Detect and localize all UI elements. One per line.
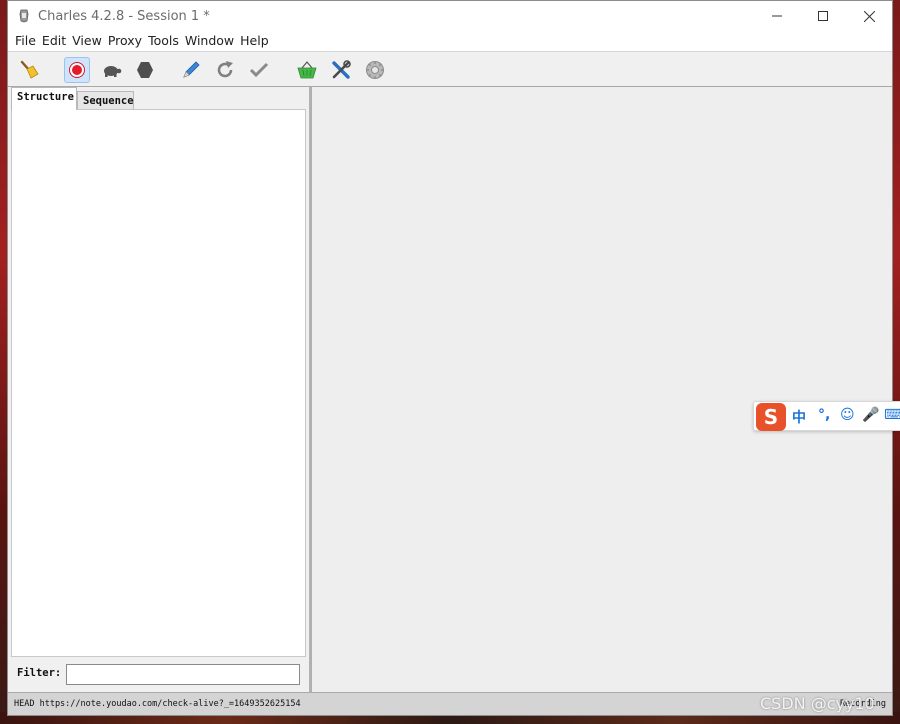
validate-check-icon (249, 62, 269, 78)
tab-sequence[interactable]: Sequence (77, 91, 134, 110)
close-button[interactable] (846, 1, 892, 31)
title-bar: Charles 4.2.8 - Session 1 * (8, 1, 892, 31)
maximize-button[interactable] (800, 1, 846, 31)
breakpoints-button[interactable] (132, 57, 158, 83)
charles-app-icon (19, 9, 29, 23)
left-panel: Structure Sequence Filter: (8, 87, 310, 692)
menu-view[interactable]: View (69, 31, 105, 51)
structure-tree[interactable] (11, 109, 306, 657)
menu-edit[interactable]: Edit (39, 31, 69, 51)
clear-session-button[interactable] (16, 57, 42, 83)
close-icon (863, 10, 875, 22)
ime-toolbar: S 中 °, ☺ 🎤 ⌨ (753, 401, 900, 431)
record-icon (69, 62, 85, 78)
emoji-icon[interactable]: ☺ (840, 407, 855, 423)
charles-window: Charles 4.2.8 - Session 1 * File Edit Vi… (7, 0, 893, 716)
repeat-refresh-icon (217, 61, 233, 78)
window-title: Charles 4.2.8 - Session 1 * (38, 9, 210, 24)
shopping-basket-button[interactable] (294, 57, 320, 83)
minimize-button[interactable] (754, 1, 800, 31)
menu-file[interactable]: File (12, 31, 39, 51)
filter-input[interactable] (66, 664, 300, 685)
watermark: CSDN @cyy10 (760, 694, 875, 713)
menu-tools[interactable]: Tools (145, 31, 182, 51)
menu-proxy[interactable]: Proxy (105, 31, 145, 51)
ime-punctuation-mode[interactable]: °, (818, 407, 830, 423)
pen-compose-icon (183, 61, 200, 78)
settings-button[interactable] (362, 57, 388, 83)
maximize-icon (818, 11, 828, 21)
microphone-icon[interactable]: 🎤 (862, 407, 879, 423)
toolbar (8, 51, 892, 87)
menu-window[interactable]: Window (182, 31, 237, 51)
menu-help[interactable]: Help (237, 31, 272, 51)
repeat-button[interactable] (212, 57, 238, 83)
ime-chinese-mode[interactable]: 中 (792, 407, 806, 427)
sogou-logo-icon[interactable]: S (756, 403, 786, 431)
tab-structure[interactable]: Structure (11, 87, 77, 110)
throttle-button[interactable] (98, 57, 124, 83)
tools-button[interactable] (328, 57, 354, 83)
filter-label: Filter: (17, 667, 62, 679)
record-button[interactable] (64, 57, 90, 83)
detail-panel (312, 87, 892, 692)
keyboard-icon[interactable]: ⌨ (884, 407, 900, 423)
compose-button[interactable] (178, 57, 204, 83)
menu-bar: File Edit View Proxy Tools Window Help (8, 31, 892, 51)
broom-icon (20, 60, 39, 79)
basket-icon (297, 61, 317, 79)
minimize-icon (772, 15, 782, 17)
status-text: HEAD https://note.youdao.com/check-alive… (14, 699, 301, 709)
validate-button[interactable] (246, 57, 272, 83)
stop-hexagon-icon (137, 62, 153, 78)
turtle-throttle-icon (104, 66, 122, 77)
settings-gear-icon (366, 61, 384, 79)
tools-icon (332, 60, 351, 79)
